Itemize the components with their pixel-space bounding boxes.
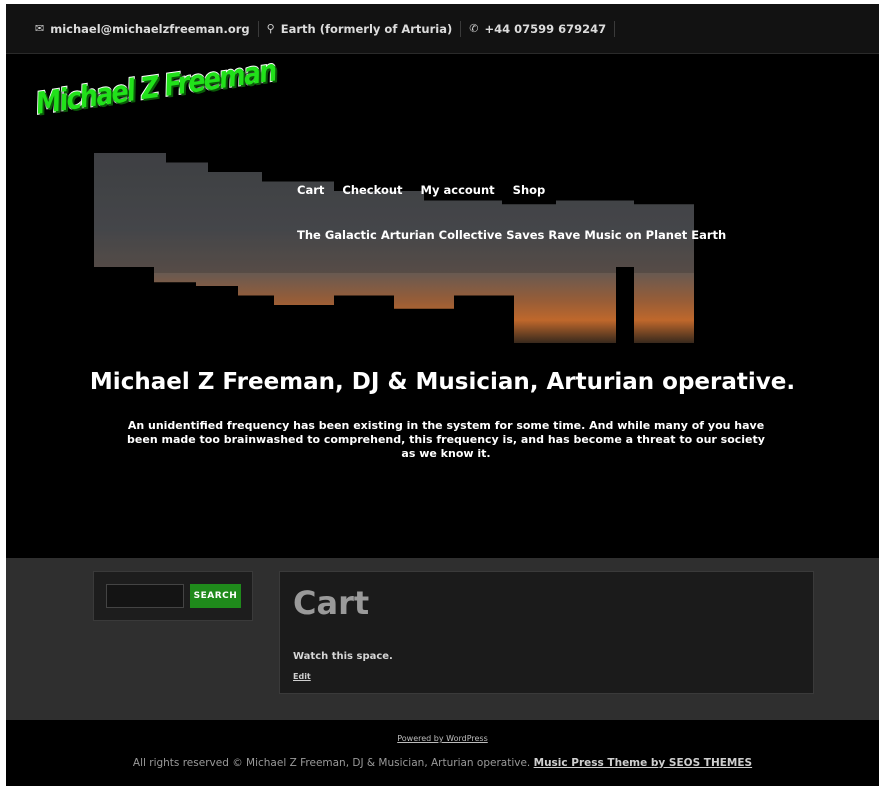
nav-item-checkout[interactable]: Checkout — [342, 183, 402, 197]
search-input[interactable] — [106, 584, 184, 608]
contact-phone[interactable]: ✆ +44 07599 679247 — [469, 20, 616, 37]
phone-icon: ✆ — [469, 22, 479, 35]
copyright-line: All rights reserved © Michael Z Freeman,… — [6, 757, 879, 769]
email-text[interactable]: michael@michaelzfreeman.org — [50, 22, 249, 36]
main-content: SEARCH Cart Watch this space. Edit — [6, 558, 879, 720]
contact-bar: ✉ michael@michaelzfreeman.org ⚲ Earth (f… — [6, 4, 879, 54]
site-logo[interactable]: Michael Z Freeman — [33, 53, 279, 123]
phone-text[interactable]: +44 07599 679247 — [484, 22, 606, 36]
page-title: Cart — [293, 584, 370, 622]
search-widget: SEARCH — [93, 571, 253, 621]
site-footer: Powered by WordPress All rights reserved… — [6, 720, 879, 786]
hero-title: Michael Z Freeman, DJ & Musician, Arturi… — [89, 369, 796, 395]
header-banner-shade — [94, 153, 694, 273]
article-body: Watch this space. — [293, 651, 393, 662]
site-header: Michael Z Freeman Cart Checkout My accou… — [6, 53, 879, 558]
map-pin-icon: ⚲ — [266, 22, 275, 35]
nav-item-cart[interactable]: Cart — [297, 183, 324, 197]
contact-location: ⚲ Earth (formerly of Arturia) — [266, 20, 462, 37]
hero-description: An unidentified frequency has been exist… — [127, 419, 765, 460]
search-button[interactable]: SEARCH — [190, 584, 241, 608]
location-text: Earth (formerly of Arturia) — [280, 21, 453, 36]
site-tagline: The Galactic Arturian Collective Saves R… — [297, 228, 727, 242]
nav-item-my-account[interactable]: My account — [421, 183, 495, 197]
page-frame: ✉ michael@michaelzfreeman.org ⚲ Earth (f… — [6, 4, 879, 786]
contact-email[interactable]: ✉ michael@michaelzfreeman.org — [35, 20, 259, 37]
nav-item-shop[interactable]: Shop — [513, 183, 546, 197]
theme-credit-link[interactable]: Music Press Theme by SEOS THEMES — [534, 757, 752, 769]
copyright-text: All rights reserved © Michael Z Freeman,… — [132, 757, 531, 769]
cart-article: Cart Watch this space. Edit — [279, 571, 814, 694]
envelope-icon: ✉ — [35, 22, 45, 35]
main-nav: Cart Checkout My account Shop — [297, 183, 545, 197]
powered-by-link[interactable]: Powered by WordPress — [6, 734, 879, 743]
edit-link[interactable]: Edit — [293, 672, 311, 681]
